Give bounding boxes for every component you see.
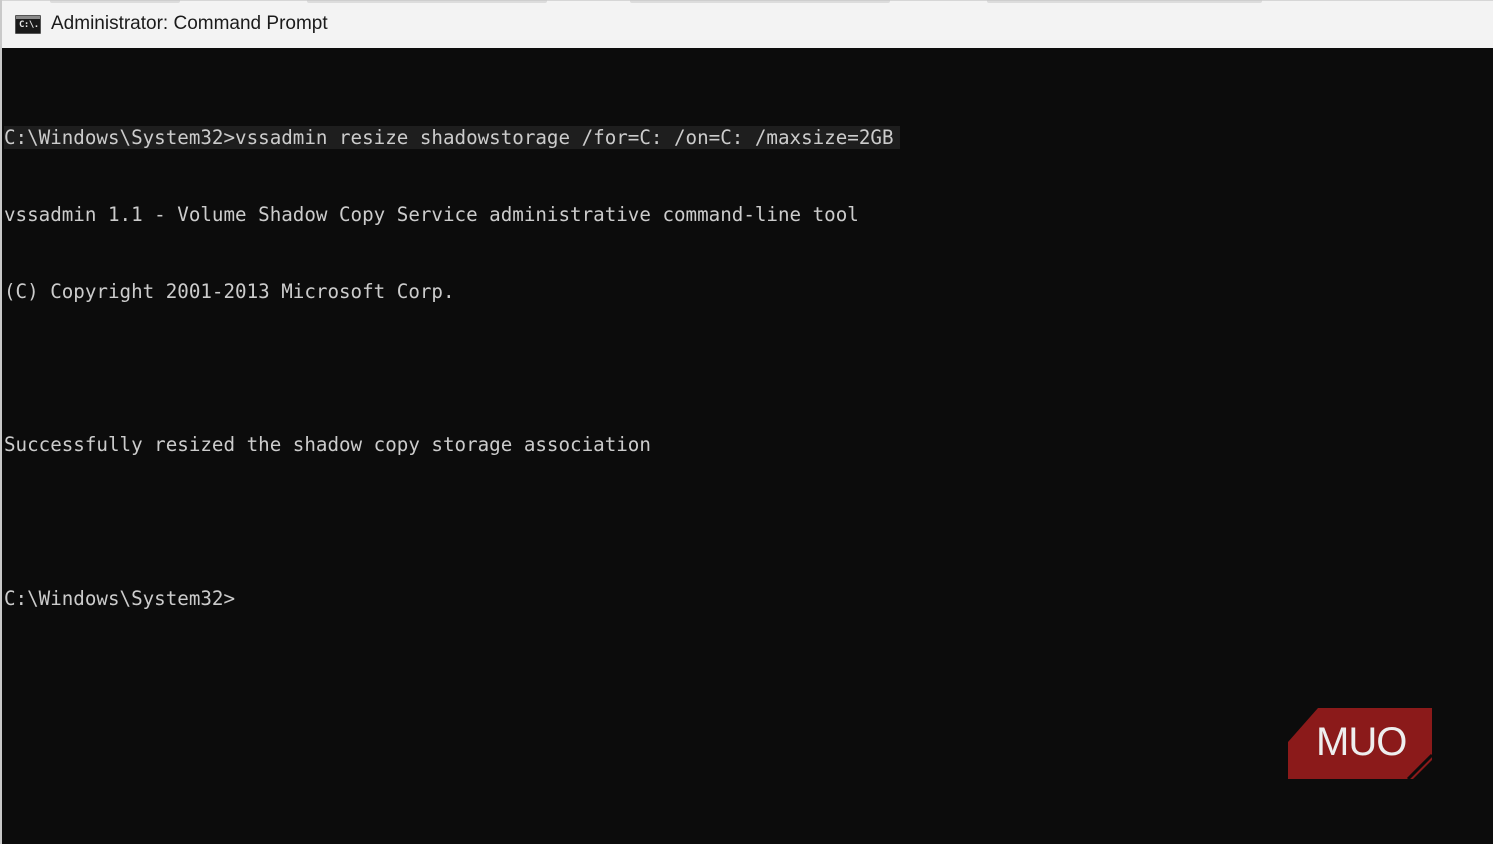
window-title: Administrator: Command Prompt [51, 13, 328, 34]
console-command-text: C:\Windows\System32>vssadmin resize shad… [4, 126, 900, 150]
cmd-icon-glyph: C:\. [19, 20, 39, 30]
console-line: vssadmin 1.1 - Volume Shadow Copy Servic… [4, 202, 859, 226]
title-bar[interactable]: C:\. Administrator: Command Prompt [2, 0, 1493, 48]
console-output[interactable]: C:\Windows\System32>vssadmin resize shad… [4, 74, 1493, 663]
background-tab [307, 0, 547, 3]
console-prompt[interactable]: C:\Windows\System32> [4, 586, 1493, 612]
cmd-icon: C:\. [15, 15, 41, 34]
console-line: Successfully resized the shadow copy sto… [4, 433, 651, 457]
background-tab [987, 0, 1262, 3]
muo-logo-text: MUO [1316, 720, 1407, 764]
command-prompt-window: C:\. Administrator: Command Prompt C:\Wi… [0, 0, 1493, 844]
console-line-command: C:\Windows\System32>vssadmin resize shad… [4, 125, 1493, 151]
background-tabs [2, 0, 1493, 3]
background-tab [630, 0, 890, 3]
background-tab [50, 0, 180, 3]
console-line: (C) Copyright 2001-2013 Microsoft Corp. [4, 279, 455, 303]
